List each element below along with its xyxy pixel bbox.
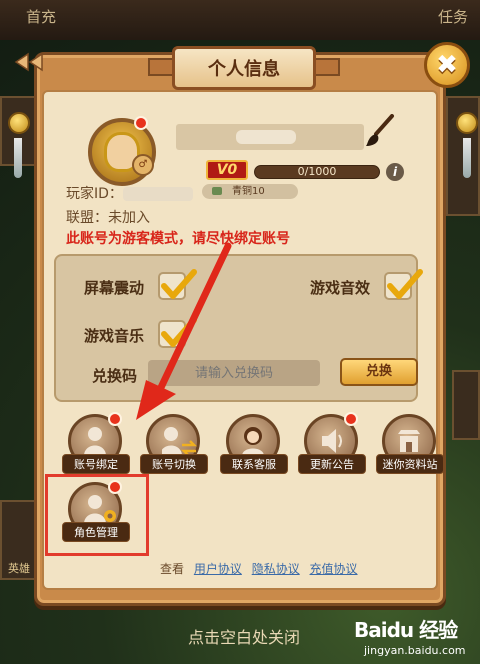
agreements-footer: 查看 用户协议 隐私协议 充值协议	[160, 560, 358, 577]
footer-prefix: 查看	[160, 562, 185, 576]
watermark-brand: Baidu 经验	[354, 618, 458, 642]
baidu-watermark: Baidu 经验 jingyan.baidu.com	[354, 614, 474, 662]
user-agreement-link[interactable]: 用户协议	[194, 562, 242, 576]
recharge-agreement-link[interactable]: 充值协议	[310, 562, 358, 576]
privacy-policy-link[interactable]: 隐私协议	[252, 562, 300, 576]
watermark-url: jingyan.baidu.com	[364, 644, 466, 657]
tap-to-close-hint[interactable]: 点击空白处关闭	[188, 624, 300, 648]
